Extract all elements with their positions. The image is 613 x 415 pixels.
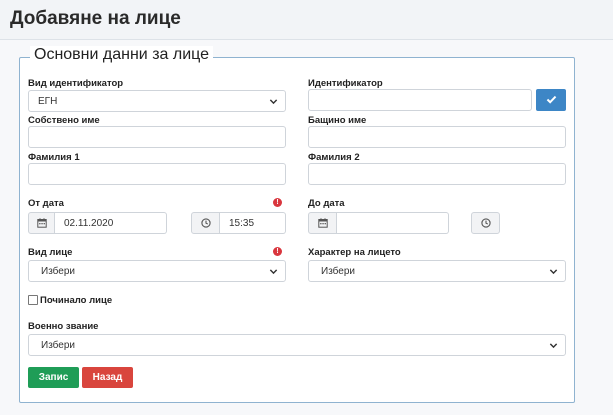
from-date-input[interactable]: 02.11.2020 [55,212,167,234]
person-type-label: Вид лице [28,247,73,258]
id-type-label: Вид идентификатор [28,78,124,89]
id-type-value: ЕГН [38,96,58,107]
page-title: Добавяне на лице [10,8,181,29]
family-2-label: Фамилия 2 [308,152,360,163]
verify-identifier-button[interactable] [536,89,566,111]
calendar-icon [317,218,328,228]
person-character-label: Характер на лицето [308,247,401,258]
back-button[interactable]: Назад [82,367,133,388]
clock-icon [480,218,491,228]
page-header: Добавяне на лице [0,0,613,40]
required-icon: ! [273,198,282,207]
from-date-calendar-addon[interactable] [28,212,55,234]
family-1-input[interactable] [28,163,286,185]
to-date-calendar-addon[interactable] [308,212,337,234]
deceased-checkbox[interactable] [28,295,38,305]
chevron-down-icon [269,99,278,105]
save-button[interactable]: Запис [28,367,79,388]
chevron-down-icon [269,269,278,275]
from-time-input[interactable]: 15:35 [220,212,286,234]
first-name-label: Собствено име [28,115,100,126]
deceased-label[interactable]: Починало лице [40,295,112,306]
identifier-label: Идентификатор [308,78,383,89]
father-name-label: Бащино име [308,115,367,126]
first-name-input[interactable] [28,126,286,148]
to-date-input[interactable] [337,212,449,234]
from-time-clock-addon[interactable] [191,212,220,234]
military-rank-select[interactable]: Избери [28,334,566,356]
fieldset-legend: Основни данни за лице [30,46,214,64]
military-rank-value: Избери [41,340,75,351]
to-time-clock-addon[interactable] [471,212,500,234]
calendar-icon [36,218,47,228]
clock-icon [200,218,211,228]
identifier-input[interactable] [308,89,532,111]
from-time-value: 15:35 [229,218,255,229]
chevron-down-icon [549,343,558,349]
person-type-value: Избери [41,266,75,277]
from-date-label: От дата [28,198,64,209]
chevron-down-icon [549,269,558,275]
family-1-label: Фамилия 1 [28,152,80,163]
father-name-input[interactable] [308,126,566,148]
id-type-select[interactable]: ЕГН [28,90,286,112]
to-date-label: До дата [308,198,345,209]
family-2-input[interactable] [308,163,566,185]
required-icon: ! [273,247,282,256]
person-character-value: Избери [321,266,355,277]
person-character-select[interactable]: Избери [308,260,566,282]
military-rank-label: Военно звание [28,321,99,332]
from-date-value: 02.11.2020 [64,218,114,229]
check-icon [546,96,556,104]
person-type-select[interactable]: Избери [28,260,286,282]
